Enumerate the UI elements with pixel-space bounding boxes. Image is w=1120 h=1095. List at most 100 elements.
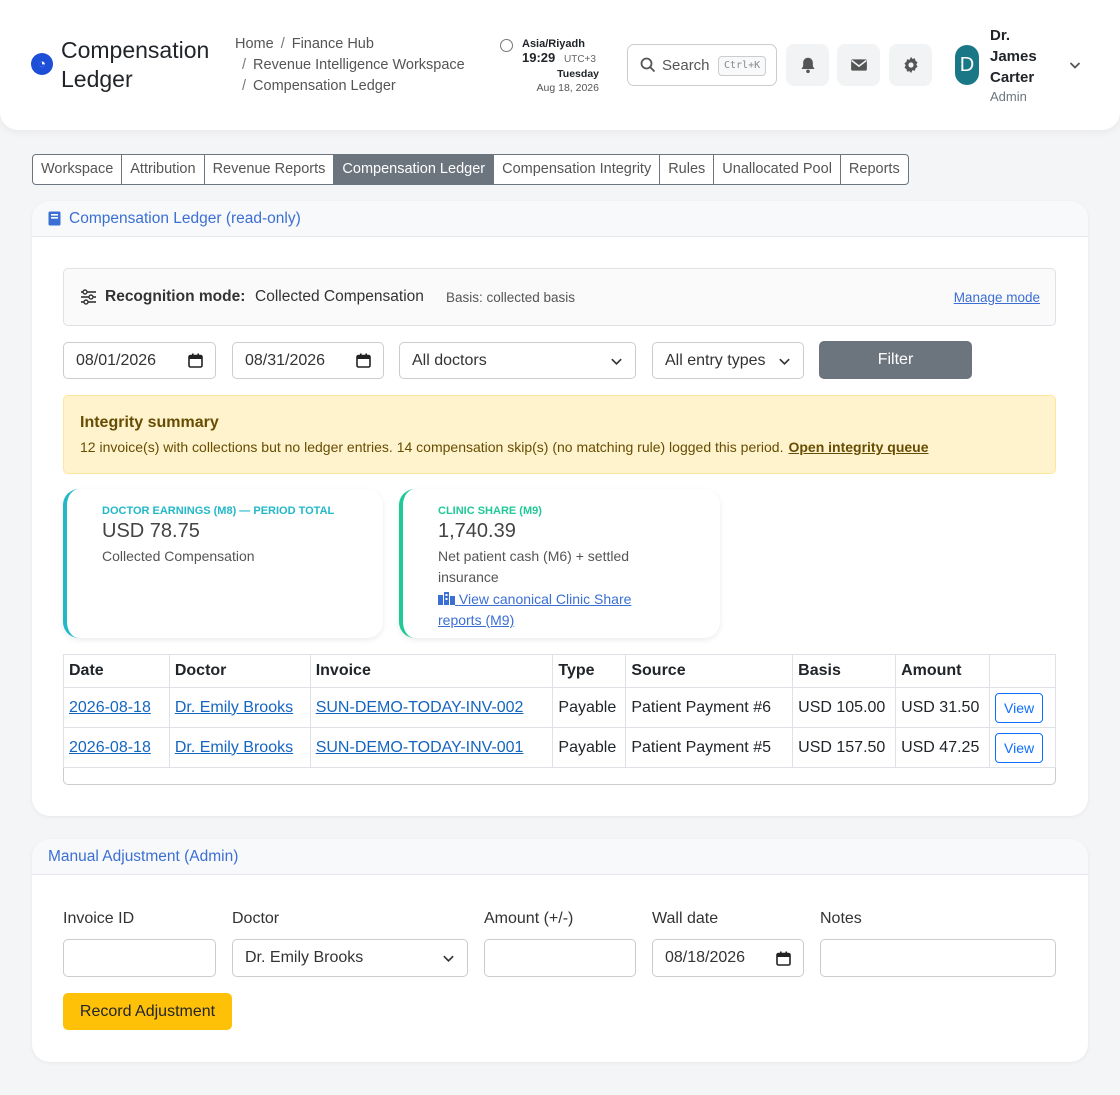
invoice-id-label: Invoice ID [63, 910, 135, 927]
column-header-source: Source [625, 654, 794, 688]
row-type: Payable [552, 687, 627, 728]
envelope-icon [851, 59, 867, 71]
tab-compensation-ledger[interactable]: Compensation Ledger [334, 155, 495, 184]
doctor-filter-select[interactable]: All doctors [399, 342, 636, 379]
date-to-value: 08/31/2026 [245, 352, 326, 369]
app-title: Compensation Ledger [61, 37, 210, 92]
ledger-table: Date Doctor Invoice Type Source Basis Am… [63, 654, 1056, 768]
breadcrumb-workspace[interactable]: Revenue Intelligence Workspace [253, 57, 465, 73]
row-source: Patient Payment #6 [625, 687, 794, 728]
date-from-value: 08/01/2026 [76, 352, 157, 369]
tab-unallocated-pool[interactable]: Unallocated Pool [714, 155, 841, 184]
clinic-share-sub: Net patient cash (M6) + settled insuranc… [438, 548, 630, 585]
date-to-input[interactable]: 08/31/2026 [232, 342, 384, 379]
avatar[interactable]: D [955, 45, 979, 85]
calendar-icon [188, 353, 203, 368]
chevron-down-icon [611, 358, 622, 366]
row-amount: USD 47.25 [895, 727, 991, 768]
view-entry-button[interactable]: View [995, 732, 1044, 763]
notifications-button[interactable] [786, 44, 829, 86]
calendar-icon [776, 951, 791, 966]
sliders-icon [81, 289, 96, 305]
clinic-share-reports-link[interactable]: View canonical Clinic Share reports (M9) [438, 589, 668, 631]
gear-icon [904, 56, 918, 74]
settings-button[interactable] [889, 44, 932, 86]
clinic-share-reports-link-text: View canonical Clinic Share reports (M9) [438, 591, 632, 628]
row-basis: USD 105.00 [792, 687, 897, 728]
row-invoice-link[interactable]: SUN-DEMO-TODAY-INV-001 [316, 739, 524, 756]
row-basis: USD 157.50 [792, 727, 897, 768]
row-doctor-link[interactable]: Dr. Emily Brooks [175, 699, 293, 716]
invoice-id-input[interactable] [63, 939, 216, 977]
clock-timezone: Asia/Riyadh [522, 38, 585, 50]
integrity-summary-text: 12 invoice(s) with collections but no le… [80, 439, 784, 455]
user-role: Admin [990, 89, 1027, 104]
row-type: Payable [552, 727, 627, 768]
amount-input[interactable] [484, 939, 636, 977]
search-shortcut: Ctrl+K [718, 56, 767, 76]
open-integrity-queue-link[interactable]: Open integrity queue [788, 439, 928, 455]
breadcrumb: Home / Finance Hub / Revenue Intelligence W… [235, 36, 465, 94]
table-row: 2026-08-18 Dr. Emily Brooks SUN-DEMO-TOD… [63, 687, 1056, 728]
search-button[interactable]: Search Ctrl+K [627, 44, 777, 86]
manage-mode-link[interactable]: Manage mode [954, 290, 1040, 305]
adjustment-doctor-select[interactable]: Dr. Emily Brooks [232, 939, 468, 977]
search-label: Search [662, 57, 710, 74]
ledger-table-header: Date Doctor Invoice Type Source Basis Am… [63, 654, 1056, 688]
row-date-link[interactable]: 2026-08-18 [69, 699, 151, 716]
entry-type-filter-value: All entry types [665, 352, 766, 369]
breadcrumb-finance-hub[interactable]: Finance Hub [292, 36, 374, 52]
book-icon [48, 211, 61, 226]
tab-rules[interactable]: Rules [660, 155, 715, 184]
chevron-down-icon[interactable] [1068, 58, 1082, 72]
doctor-filter-value: All doctors [412, 352, 487, 369]
ledger-card-title: Compensation Ledger (read-only) [69, 210, 301, 227]
view-entry-button[interactable]: View [995, 692, 1044, 723]
clinic-share-value: 1,740.39 [438, 520, 516, 542]
entry-type-filter-select[interactable]: All entry types [652, 342, 804, 379]
ledger-card: Compensation Ledger (read-only) Recognit… [32, 201, 1088, 816]
messages-button[interactable] [837, 44, 880, 86]
doctor-label: Doctor [232, 910, 280, 927]
recognition-basis: Basis: collected basis [446, 290, 576, 305]
recognition-mode-value: Collected Compensation [255, 288, 424, 305]
record-adjustment-button[interactable]: Record Adjustment [63, 993, 232, 1030]
search-icon [640, 57, 656, 73]
row-doctor-link[interactable]: Dr. Emily Brooks [175, 739, 293, 756]
wall-date-input[interactable]: 08/18/2026 [652, 939, 804, 977]
clinic-share-label: Clinic Share (M9) [438, 505, 542, 517]
doctor-earnings-label: Doctor Earnings (M8) — Period Total [102, 505, 335, 517]
notes-input[interactable] [820, 939, 1056, 977]
adjustment-doctor-value: Dr. Emily Brooks [245, 949, 364, 966]
ledger-card-header: Compensation Ledger (read-only) [32, 201, 1088, 237]
column-header-date: Date [63, 654, 170, 688]
row-invoice-link[interactable]: SUN-DEMO-TODAY-INV-002 [316, 699, 524, 716]
column-header-basis: Basis [792, 654, 897, 688]
tab-revenue-reports[interactable]: Revenue Reports [205, 155, 335, 184]
notes-label: Notes [820, 910, 862, 927]
column-header-amount: Amount [895, 654, 991, 688]
tab-compensation-integrity[interactable]: Compensation Integrity [494, 155, 661, 184]
doctor-earnings-sub: Collected Compensation [102, 548, 255, 564]
integrity-summary-alert: Integrity summary 12 invoice(s) with col… [63, 395, 1056, 474]
recognition-mode-label: Recognition mode: [105, 288, 246, 305]
manual-adjustment-title: Manual Adjustment (Admin) [48, 848, 239, 865]
clock-offset: UTC+3 [564, 54, 596, 65]
date-from-input[interactable]: 08/01/2026 [63, 342, 216, 379]
clinic-share-card: Clinic Share (M9) 1,740.39 Net patient c… [399, 489, 720, 638]
clock-time: 19:29 [522, 50, 556, 65]
user-name[interactable]: Dr. James Carter [990, 25, 1060, 88]
row-date-link[interactable]: 2026-08-18 [69, 739, 151, 756]
doctor-earnings-value: USD 78.75 [102, 520, 200, 542]
column-header-invoice: Invoice [309, 654, 554, 688]
tab-reports[interactable]: Reports [841, 155, 908, 184]
bell-icon [801, 57, 815, 74]
clock-icon [500, 39, 513, 52]
filter-button[interactable]: Filter [819, 341, 972, 379]
column-header-type: Type [552, 654, 627, 688]
row-amount: USD 31.50 [895, 687, 991, 728]
tab-workspace[interactable]: Workspace [33, 155, 123, 184]
column-header-actions [989, 654, 1056, 688]
tab-attribution[interactable]: Attribution [122, 155, 205, 184]
breadcrumb-home[interactable]: Home [235, 36, 274, 52]
